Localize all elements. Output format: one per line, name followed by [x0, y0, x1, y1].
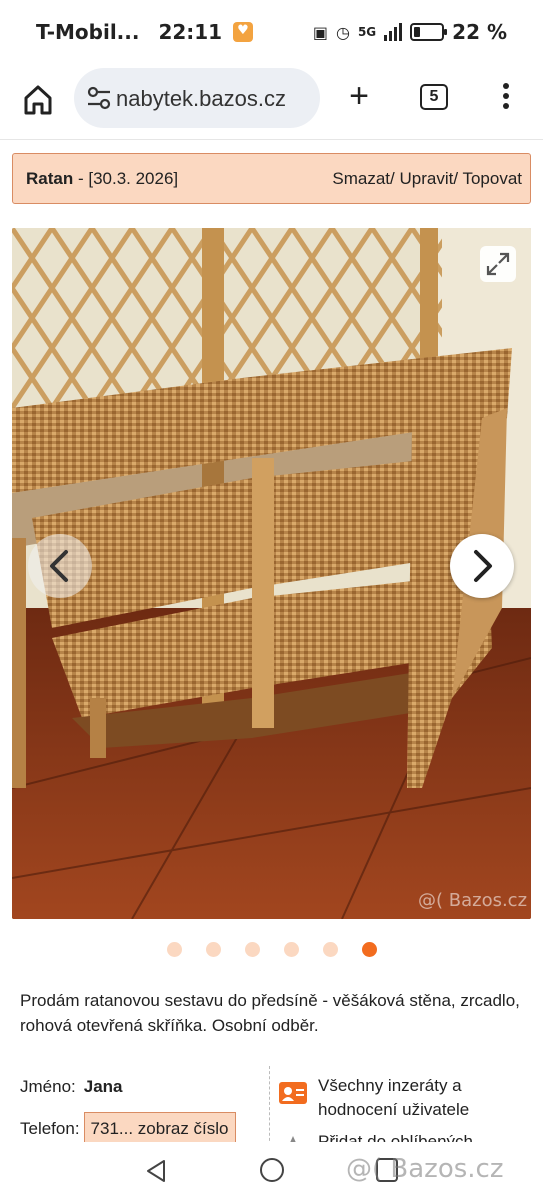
carrier-label: T-Mobil...	[36, 20, 140, 44]
star-icon	[290, 1136, 296, 1142]
ad-actions-link[interactable]: Smazat/ Upravit/ Topovat	[332, 154, 522, 203]
fullscreen-button[interactable]	[480, 246, 516, 282]
gallery-dot[interactable]	[361, 942, 377, 957]
name-label: Jméno:	[20, 1077, 76, 1096]
status-bar: T-Mobil... 22:11 ▣ ◷ 5G 22 %	[0, 0, 543, 64]
seller-name: Jana	[83, 1077, 123, 1096]
gallery-dot[interactable]	[205, 942, 221, 957]
gallery-dot[interactable]	[244, 942, 260, 957]
phone-label: Telefon:	[20, 1119, 80, 1138]
home-button[interactable]	[18, 80, 58, 120]
gallery-dot[interactable]	[166, 942, 182, 957]
seller-phone-row: Telefon: 731... zobraz číslo	[20, 1108, 270, 1142]
notification-app-icon	[233, 22, 254, 42]
plus-icon: +	[349, 77, 369, 115]
nav-watermark: @( Bazos.cz	[346, 1154, 504, 1184]
browser-toolbar: nabytek.bazos.cz + 5	[0, 64, 543, 140]
signal-icon	[384, 23, 403, 41]
show-phone-button[interactable]: 731... zobraz číslo	[83, 1112, 236, 1142]
home-icon	[24, 85, 52, 115]
seller-name-row: Jméno: Jana	[20, 1066, 270, 1108]
all-ads-link[interactable]: Všechny inzeráty a hodnocení uživatele	[278, 1074, 518, 1122]
seller-info: Jméno: Jana Telefon: 731... zobraz číslo	[20, 1066, 270, 1142]
ad-header: Ratan - [30.3. 2026] Smazat/ Upravit/ To…	[12, 153, 531, 204]
status-left: T-Mobil... 22:11	[36, 20, 254, 44]
address-bar[interactable]: nabytek.bazos.cz	[74, 68, 320, 128]
add-favorite-link[interactable]: Přidat do oblíbených	[278, 1130, 518, 1142]
ad-title: Ratan	[26, 169, 74, 188]
seller-section: Jméno: Jana Telefon: 731... zobraz číslo V…	[0, 1066, 543, 1142]
status-right: ▣ ◷ 5G 22 %	[313, 20, 507, 44]
previous-photo-button[interactable]	[28, 534, 92, 598]
gallery-indicator	[0, 942, 543, 960]
back-nav-button[interactable]	[144, 1158, 168, 1184]
battery-percent: 22 %	[452, 20, 507, 44]
seller-links: Všechny inzeráty a hodnocení uživatele P…	[278, 1074, 518, 1142]
all-ads-label: Všechny inzeráty a hodnocení uživatele	[318, 1076, 470, 1119]
title-separator: -	[73, 169, 89, 188]
gallery-dot[interactable]	[283, 942, 299, 957]
chevron-left-icon	[50, 550, 68, 582]
ad-date: [30.3. 2026]	[88, 169, 179, 188]
nfc-icon: ▣	[312, 22, 328, 42]
ad-description: Prodám ratanovou sestavu do předsíně - v…	[20, 991, 520, 1035]
alarm-icon: ◷	[335, 22, 350, 42]
tune-icon[interactable]	[86, 86, 112, 110]
network-label: 5G	[357, 25, 377, 39]
expand-icon	[486, 252, 510, 276]
user-card-icon	[279, 1082, 307, 1104]
more-vert-icon[interactable]	[496, 80, 516, 112]
chevron-right-icon	[474, 550, 492, 582]
add-favorite-label: Přidat do oblíbených	[318, 1132, 473, 1142]
system-nav-bar: @( Bazos.cz	[0, 1142, 543, 1200]
column-divider	[269, 1066, 270, 1142]
photo-watermark: @( Bazos.cz	[418, 890, 528, 911]
battery-icon	[410, 23, 448, 41]
home-nav-button[interactable]	[260, 1158, 284, 1182]
clock: 22:11	[158, 20, 223, 44]
gallery-dot[interactable]	[322, 942, 338, 957]
new-tab-button[interactable]: +	[344, 78, 374, 114]
next-photo-button[interactable]	[450, 534, 514, 598]
url-text: nabytek.bazos.cz	[116, 86, 286, 111]
tabs-button[interactable]: 5	[420, 84, 448, 110]
